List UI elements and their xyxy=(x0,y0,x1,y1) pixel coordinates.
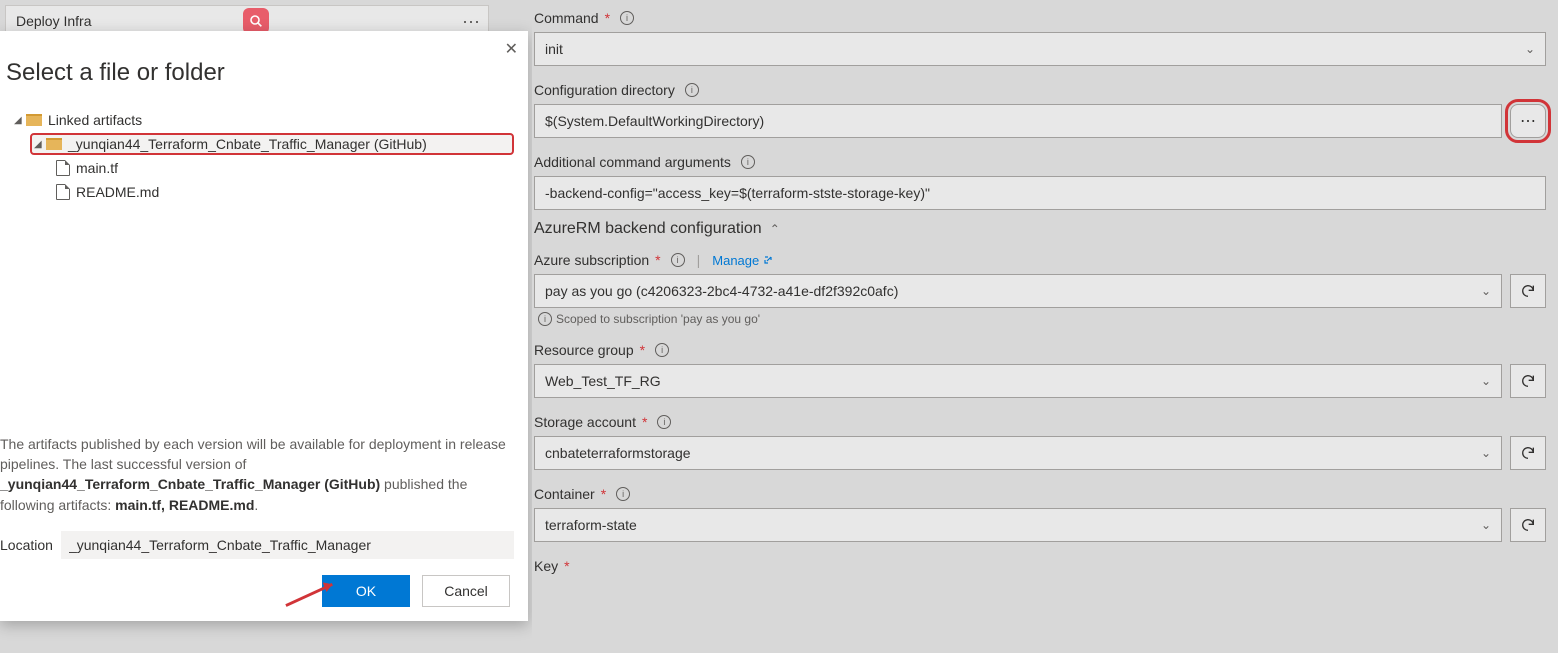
folder-icon xyxy=(26,114,42,126)
info-icon[interactable]: i xyxy=(741,155,755,169)
storage-account-label: Storage account* i xyxy=(534,408,1546,436)
file-icon xyxy=(56,184,70,200)
tree-root-label: Linked artifacts xyxy=(48,112,142,128)
dialog-footer-text: The artifacts published by each version … xyxy=(0,420,528,525)
command-label: Command* i xyxy=(534,4,1546,32)
tree-file-label: README.md xyxy=(76,184,159,200)
refresh-icon xyxy=(1520,283,1536,299)
resource-group-label: Resource group* i xyxy=(534,336,1546,364)
task-form: Command* i init ⌄ Configuration director… xyxy=(532,0,1552,653)
info-icon[interactable]: i xyxy=(655,343,669,357)
artifact-tree: ◢ Linked artifacts ◢ _yunqian44_Terrafor… xyxy=(0,99,528,420)
chevron-down-icon: ⌄ xyxy=(1525,42,1535,56)
refresh-button[interactable] xyxy=(1510,436,1546,470)
cancel-button[interactable]: Cancel xyxy=(422,575,510,607)
subscription-label: Azure subscription* i | Manage xyxy=(534,246,1546,274)
chevron-down-icon: ◢ xyxy=(34,139,44,150)
refresh-icon xyxy=(1520,517,1536,533)
add-args-input[interactable] xyxy=(534,176,1546,210)
file-picker-dialog: ✕ Select a file or folder ◢ Linked artif… xyxy=(0,31,528,621)
resource-group-select[interactable]: Web_Test_TF_RG ⌄ xyxy=(534,364,1502,398)
tree-repo-selected[interactable]: ◢ _yunqian44_Terraform_Cnbate_Traffic_Ma… xyxy=(30,133,514,155)
chevron-down-icon: ⌄ xyxy=(1481,518,1491,532)
refresh-button[interactable] xyxy=(1510,508,1546,542)
backend-section-header[interactable]: AzureRM backend configuration ⌃ xyxy=(534,220,1546,238)
ok-button[interactable]: OK xyxy=(322,575,410,607)
location-label: Location xyxy=(0,537,53,553)
scoped-note: i Scoped to subscription 'pay as you go' xyxy=(534,312,1546,326)
task-title: Deploy Infra xyxy=(16,13,91,29)
close-icon[interactable]: ✕ xyxy=(505,39,518,59)
storage-account-select[interactable]: cnbateterraformstorage ⌄ xyxy=(534,436,1502,470)
task-menu-icon[interactable]: ⋯ xyxy=(462,12,480,33)
container-select[interactable]: terraform-state ⌄ xyxy=(534,508,1502,542)
file-icon xyxy=(56,160,70,176)
tree-file[interactable]: README.md xyxy=(56,181,516,203)
add-args-label: Additional command arguments i xyxy=(534,148,1546,176)
tree-file[interactable]: main.tf xyxy=(56,157,516,179)
refresh-icon xyxy=(1520,445,1536,461)
command-select[interactable]: init ⌄ xyxy=(534,32,1546,66)
dialog-title: Select a file or folder xyxy=(0,31,528,99)
refresh-button[interactable] xyxy=(1510,364,1546,398)
refresh-icon xyxy=(1520,373,1536,389)
browse-button[interactable]: ⋯ xyxy=(1510,104,1546,138)
refresh-button[interactable] xyxy=(1510,274,1546,308)
chevron-down-icon: ⌄ xyxy=(1481,284,1491,298)
tree-file-label: main.tf xyxy=(76,160,118,176)
key-label: Key* xyxy=(534,552,1546,580)
folder-icon xyxy=(46,138,62,150)
config-dir-label: Configuration directory i xyxy=(534,76,1546,104)
manage-link[interactable]: Manage xyxy=(712,253,773,268)
info-icon[interactable]: i xyxy=(685,83,699,97)
chevron-down-icon: ⌄ xyxy=(1481,374,1491,388)
info-icon[interactable]: i xyxy=(616,487,630,501)
subscription-select[interactable]: pay as you go (c4206323-2bc4-4732-a41e-d… xyxy=(534,274,1502,308)
container-label: Container* i xyxy=(534,480,1546,508)
external-link-icon xyxy=(763,255,773,265)
location-input[interactable] xyxy=(61,531,514,559)
info-icon: i xyxy=(538,312,552,326)
chevron-down-icon: ◢ xyxy=(14,115,24,126)
chevron-down-icon: ⌄ xyxy=(1481,446,1491,460)
info-icon[interactable]: i xyxy=(620,11,634,25)
info-icon[interactable]: i xyxy=(671,253,685,267)
tree-root[interactable]: ◢ Linked artifacts xyxy=(14,109,516,131)
tree-repo-label: _yunqian44_Terraform_Cnbate_Traffic_Mana… xyxy=(68,136,427,152)
chevron-up-icon: ⌃ xyxy=(770,222,780,236)
config-dir-input[interactable] xyxy=(534,104,1502,138)
info-icon[interactable]: i xyxy=(657,415,671,429)
